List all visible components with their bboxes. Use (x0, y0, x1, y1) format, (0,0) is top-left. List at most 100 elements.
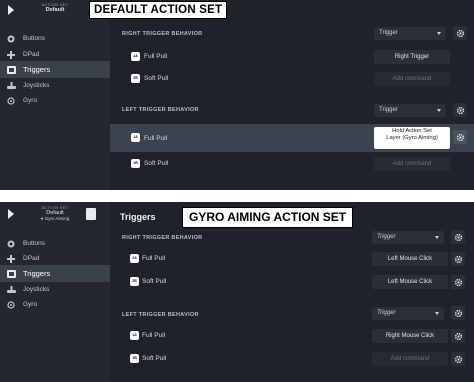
sidebar-item-label: DPad (23, 51, 40, 58)
right-trigger-behavior-dropdown[interactable]: Trigger (374, 27, 446, 40)
right-full-pull-row: 2A Full Pull Left Mouse Click (110, 250, 474, 270)
sidebar-item-label: Gyro (23, 97, 38, 104)
full-pull-label: Full Pull (142, 255, 166, 262)
joystick-icon (6, 285, 16, 295)
left-full-pull-command-button[interactable]: Right Mouse Click (372, 329, 448, 343)
left-trigger-soft-pull-icon: 1B (130, 354, 139, 363)
left-full-pull-row: 1A Full Pull Right Mouse Click (110, 327, 474, 347)
left-trigger-full-pull-icon: 1A (130, 331, 139, 340)
gear-icon (454, 355, 462, 363)
right-trigger-section-title: RIGHT TRIGGER BEHAVIOR (122, 31, 203, 37)
chevron-down-icon (437, 32, 441, 35)
left-trigger-full-pull-icon: 1A (131, 133, 140, 142)
left-trigger-behavior-dropdown[interactable]: Trigger (374, 104, 446, 117)
right-soft-pull-row: 2B Soft Pull Add command (110, 70, 474, 90)
sidebar-item-triggers[interactable]: Triggers (0, 61, 110, 78)
layer-bookmark-icon[interactable] (86, 208, 96, 220)
buttons-icon (6, 239, 16, 249)
dropdown-value: Trigger (379, 30, 398, 36)
full-pull-label: Full Pull (142, 332, 166, 339)
right-full-pull-command-button[interactable]: Left Mouse Click (372, 252, 448, 266)
right-soft-pull-command-button[interactable]: Left Mouse Click (372, 275, 448, 289)
page-title: Triggers (120, 212, 156, 222)
right-full-pull-settings-button[interactable] (451, 252, 465, 266)
main-content: Triggers RIGHT TRIGGER BEHAVIOR Trigger … (110, 202, 474, 382)
left-soft-pull-add-command-button[interactable]: Add command (372, 352, 448, 366)
gyro-icon (6, 96, 16, 106)
sidebar: ACTION SET Default ● Gyro Aiming Buttons… (0, 202, 110, 382)
chevron-down-icon (435, 236, 439, 239)
gyro-aiming-action-set-banner: GYRO AIMING ACTION SET (182, 207, 354, 228)
sidebar-item-label: Buttons (23, 240, 46, 247)
sidebar-item-label: DPad (23, 255, 40, 262)
default-action-set-banner: DEFAULT ACTION SET (89, 1, 228, 19)
left-trigger-behavior-dropdown[interactable]: Trigger (372, 307, 444, 320)
left-trigger-section-title: LEFT TRIGGER BEHAVIOR (122, 312, 199, 318)
sidebar-item-gyro[interactable]: Gyro (0, 92, 110, 109)
layer-name: Gyro Aiming (44, 216, 70, 221)
command-line-2: Layer (Gyro Aiming) (386, 135, 438, 141)
sidebar-item-label: Joysticks (23, 286, 50, 293)
chevron-down-icon (437, 109, 441, 112)
buttons-icon (6, 34, 16, 44)
joystick-icon (6, 81, 16, 91)
right-trigger-soft-pull-icon: 2B (130, 277, 139, 286)
right-trigger-soft-pull-icon: 2B (131, 74, 140, 83)
sidebar-item-label: Gyro (23, 301, 38, 308)
triggers-icon (6, 269, 16, 279)
left-soft-pull-add-command-button[interactable]: Add command (374, 157, 450, 171)
gear-icon (454, 255, 462, 263)
sidebar-item-gyro[interactable]: Gyro (0, 296, 110, 313)
gear-icon (456, 106, 464, 114)
left-trigger-settings-button[interactable] (451, 306, 465, 320)
right-full-pull-command-button[interactable]: Right Trigger (374, 50, 450, 64)
default-action-set-panel: ACTION SET Default Buttons DPad Triggers… (0, 0, 474, 190)
left-soft-pull-row: 1B Soft Pull Add command (110, 155, 474, 175)
soft-pull-label: Soft Pull (144, 160, 169, 167)
dropdown-value: Trigger (377, 310, 396, 316)
right-soft-pull-settings-button[interactable] (451, 275, 465, 289)
right-soft-pull-add-command-button[interactable]: Add command (374, 72, 450, 86)
main-content: RIGHT TRIGGER BEHAVIOR Trigger 2A Full P… (110, 0, 474, 190)
right-soft-pull-row: 2B Soft Pull Left Mouse Click (110, 273, 474, 293)
gear-icon (454, 332, 462, 340)
right-trigger-settings-button[interactable] (453, 26, 467, 40)
gear-icon (456, 29, 464, 37)
soft-pull-label: Soft Pull (142, 355, 167, 362)
sidebar-item-label: Triggers (23, 65, 51, 74)
right-trigger-settings-button[interactable] (451, 230, 465, 244)
gear-icon (454, 278, 462, 286)
left-trigger-settings-button[interactable] (453, 103, 467, 117)
sidebar-item-label: Joysticks (23, 82, 50, 89)
command-line-1: Hold Action Set (392, 128, 432, 134)
gear-icon (454, 233, 462, 241)
sidebar-header: ACTION SET Default ● Gyro Aiming (0, 202, 110, 232)
dpad-icon (6, 254, 16, 264)
left-soft-pull-settings-button[interactable] (451, 352, 465, 366)
gyro-aiming-action-set-panel: ACTION SET Default ● Gyro Aiming Buttons… (0, 202, 474, 382)
sidebar-item-label: Buttons (23, 35, 46, 42)
full-pull-label: Full Pull (144, 135, 168, 142)
full-pull-label: Full Pull (144, 53, 168, 60)
chevron-down-icon (435, 312, 439, 315)
left-full-pull-settings-button[interactable] (451, 329, 465, 343)
right-trigger-full-pull-icon: 2A (131, 52, 140, 61)
left-full-pull-settings-button[interactable] (453, 130, 467, 144)
soft-pull-label: Soft Pull (142, 278, 167, 285)
sidebar-item-triggers[interactable]: Triggers (0, 265, 110, 282)
gear-icon (456, 133, 464, 141)
dpad-icon (6, 50, 16, 60)
dropdown-value: Trigger (379, 107, 398, 113)
left-full-pull-command-button[interactable]: Hold Action Set Layer (Gyro Aiming) (374, 127, 450, 149)
right-trigger-full-pull-icon: 2A (130, 254, 139, 263)
right-full-pull-row: 2A Full Pull Right Trigger (110, 48, 474, 68)
sidebar-item-label: Triggers (23, 269, 51, 278)
sidebar-item-buttons[interactable]: Buttons (0, 30, 110, 47)
right-trigger-behavior-dropdown[interactable]: Trigger (372, 231, 444, 244)
sidebar: ACTION SET Default Buttons DPad Triggers… (0, 0, 110, 190)
soft-pull-label: Soft Pull (144, 75, 169, 82)
left-full-pull-row: 1A Full Pull Hold Action Set Layer (Gyro… (110, 124, 474, 152)
right-trigger-section-title: RIGHT TRIGGER BEHAVIOR (122, 235, 203, 241)
left-soft-pull-row: 1B Soft Pull Add command (110, 350, 474, 370)
triggers-icon (6, 65, 16, 75)
